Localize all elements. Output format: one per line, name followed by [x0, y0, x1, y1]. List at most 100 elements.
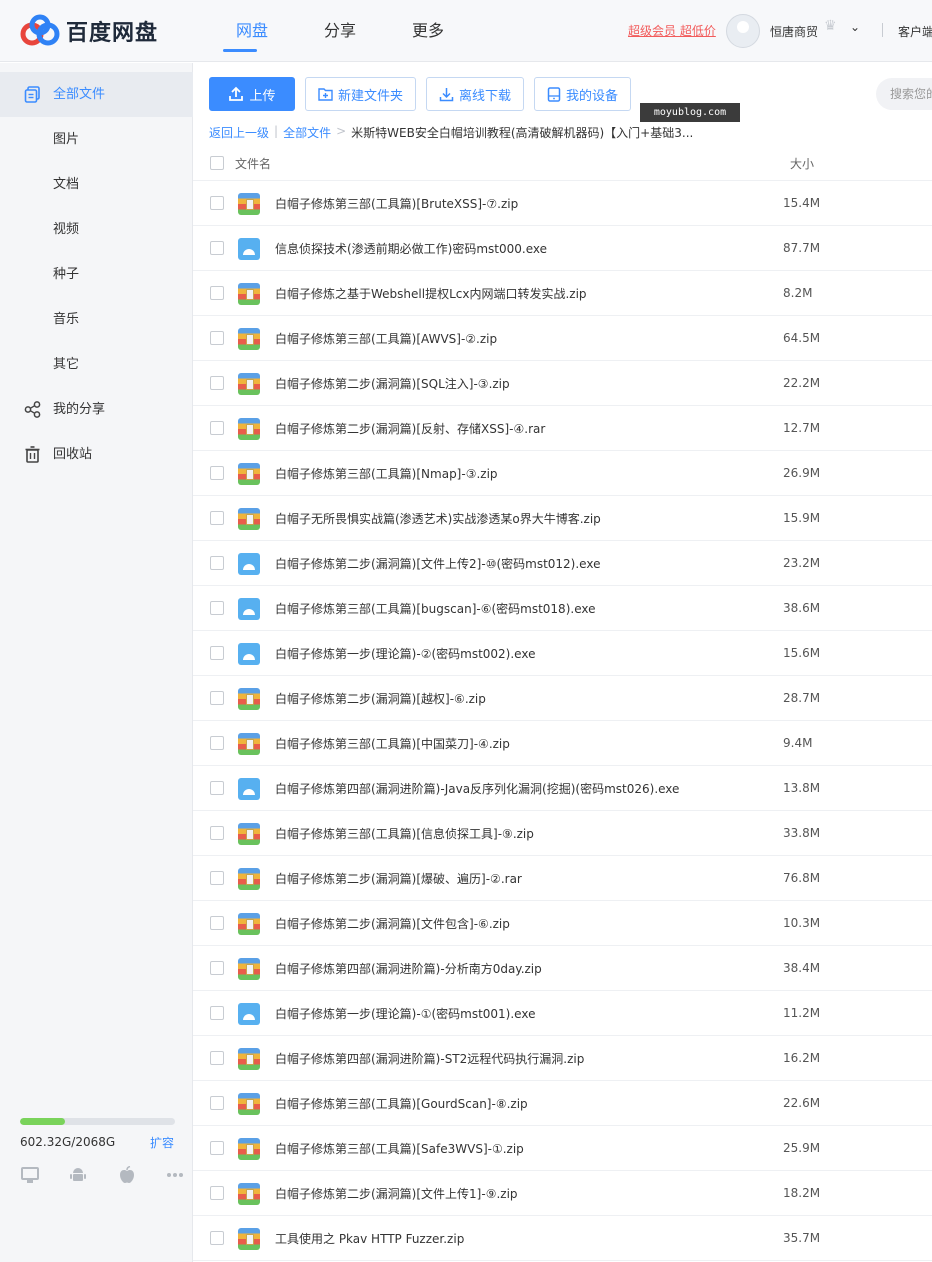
my-devices-button[interactable]: 我的设备 — [534, 77, 632, 111]
file-row[interactable]: 白帽子无所畏惧实战篇(渗透艺术)实战渗透某o界大牛博客.zip 15.9M — [193, 496, 932, 541]
row-checkbox[interactable] — [210, 196, 224, 210]
file-row[interactable]: 白帽子修炼第三部(工具篇)[BruteXSS]-⑦.zip 15.4M — [193, 181, 932, 226]
file-row[interactable]: 白帽子修炼第一步(理论篇)-②(密码mst002).exe 15.6M — [193, 631, 932, 676]
row-checkbox[interactable] — [210, 556, 224, 570]
row-checkbox[interactable] — [210, 286, 224, 300]
row-checkbox[interactable] — [210, 1051, 224, 1065]
sidebar-item-other[interactable]: 其它 — [0, 342, 193, 387]
search-input[interactable]: 搜索您的 — [876, 78, 932, 110]
file-name[interactable]: 白帽子修炼第二步(漏洞篇)[SQL注入]-③.zip — [275, 375, 510, 392]
file-name[interactable]: 信息侦探技术(渗透前期必做工作)密码mst000.exe — [275, 240, 547, 257]
client-link[interactable]: 客户端 — [898, 23, 932, 40]
file-row[interactable]: 白帽子修炼第二步(漏洞篇)[越权]-⑥.zip 28.7M — [193, 676, 932, 721]
file-name[interactable]: 白帽子修炼第二步(漏洞篇)[反射、存储XSS]-④.rar — [275, 420, 545, 437]
android-icon[interactable] — [68, 1166, 88, 1184]
row-checkbox[interactable] — [210, 376, 224, 390]
row-checkbox[interactable] — [210, 961, 224, 975]
nav-netdisk[interactable]: 网盘 — [208, 0, 296, 62]
sidebar-item-documents[interactable]: 文档 — [0, 162, 193, 207]
offline-download-button[interactable]: 离线下载 — [426, 77, 525, 111]
row-checkbox[interactable] — [210, 871, 224, 885]
sidebar-item-my-share[interactable]: 我的分享 — [0, 387, 193, 432]
avatar[interactable] — [726, 14, 760, 48]
row-checkbox[interactable] — [210, 1231, 224, 1245]
breadcrumb-back[interactable]: 返回上一级 — [209, 124, 269, 141]
row-checkbox[interactable] — [210, 1006, 224, 1020]
more-icon[interactable] — [165, 1166, 185, 1184]
file-row[interactable]: 白帽子修炼第二步(漏洞篇)[SQL注入]-③.zip 22.2M — [193, 361, 932, 406]
file-name[interactable]: 白帽子无所畏惧实战篇(渗透艺术)实战渗透某o界大牛博客.zip — [275, 510, 601, 527]
file-name[interactable]: 白帽子修炼第二步(漏洞篇)[文件包含]-⑥.zip — [275, 915, 510, 932]
file-name[interactable]: 白帽子修炼第四部(漏洞进阶篇)-ST2远程代码执行漏洞.zip — [275, 1050, 584, 1067]
file-name[interactable]: 白帽子修炼第三部(工具篇)[GourdScan]-⑧.zip — [275, 1095, 528, 1112]
username[interactable]: 恒唐商贸 — [770, 23, 818, 40]
row-checkbox[interactable] — [210, 646, 224, 660]
file-name[interactable]: 白帽子修炼第三部(工具篇)[Safe3WVS]-①.zip — [275, 1140, 524, 1157]
new-folder-button[interactable]: 新建文件夹 — [305, 77, 417, 111]
file-row[interactable]: 白帽子修炼第三部(工具篇)[信息侦探工具]-⑨.zip 33.8M — [193, 811, 932, 856]
select-all-checkbox[interactable] — [210, 156, 224, 170]
file-name[interactable]: 白帽子修炼第三部(工具篇)[BruteXSS]-⑦.zip — [275, 195, 518, 212]
apple-icon[interactable] — [117, 1166, 137, 1184]
file-row[interactable]: 白帽子修炼第二步(漏洞篇)[文件上传2]-⑩(密码mst012).exe 23.2… — [193, 541, 932, 586]
file-row[interactable]: 白帽子修炼之基于Webshell提权Lcx内网端口转发实战.zip 8.2M — [193, 271, 932, 316]
sidebar-item-all-files[interactable]: 全部文件 — [0, 72, 193, 117]
file-name[interactable]: 白帽子修炼第二步(漏洞篇)[文件上传2]-⑩(密码mst012).exe — [275, 555, 600, 572]
row-checkbox[interactable] — [210, 1096, 224, 1110]
file-name[interactable]: 白帽子修炼第四部(漏洞进阶篇)-Java反序列化漏洞(挖掘)(密码mst026)… — [275, 780, 679, 797]
sidebar-item-torrents[interactable]: 种子 — [0, 252, 193, 297]
row-checkbox[interactable] — [210, 331, 224, 345]
file-name[interactable]: 白帽子修炼第三部(工具篇)[中国菜刀]-④.zip — [275, 735, 510, 752]
file-row[interactable]: 白帽子修炼第四部(漏洞进阶篇)-Java反序列化漏洞(挖掘)(密码mst026)… — [193, 766, 932, 811]
row-checkbox[interactable] — [210, 826, 224, 840]
row-checkbox[interactable] — [210, 1141, 224, 1155]
sidebar-item-videos[interactable]: 视频 — [0, 207, 193, 252]
expand-storage-link[interactable]: 扩容 — [150, 1134, 174, 1151]
vip-promo-link[interactable]: 超级会员 超低价 — [628, 22, 716, 39]
file-row[interactable]: 白帽子修炼第三部(工具篇)[AWVS]-②.zip 64.5M — [193, 316, 932, 361]
file-row[interactable]: 白帽子修炼第二步(漏洞篇)[爆破、遍历]-②.rar 76.8M — [193, 856, 932, 901]
column-header-size[interactable]: 大小 — [790, 155, 814, 172]
file-row[interactable]: 白帽子修炼第二步(漏洞篇)[反射、存储XSS]-④.rar 12.7M — [193, 406, 932, 451]
file-name[interactable]: 白帽子修炼第二步(漏洞篇)[爆破、遍历]-②.rar — [275, 870, 522, 887]
file-name[interactable]: 白帽子修炼第二步(漏洞篇)[文件上传1]-⑨.zip — [275, 1185, 518, 1202]
row-checkbox[interactable] — [210, 781, 224, 795]
file-row[interactable]: 白帽子修炼第二步(漏洞篇)[文件包含]-⑥.zip 10.3M — [193, 901, 932, 946]
row-checkbox[interactable] — [210, 691, 224, 705]
row-checkbox[interactable] — [210, 421, 224, 435]
file-row[interactable]: 信息侦探技术(渗透前期必做工作)密码mst000.exe 87.7M — [193, 226, 932, 271]
file-row[interactable]: 白帽子修炼第三部(工具篇)[Safe3WVS]-①.zip 25.9M — [193, 1126, 932, 1171]
file-name[interactable]: 白帽子修炼第三部(工具篇)[信息侦探工具]-⑨.zip — [275, 825, 534, 842]
file-row[interactable]: 白帽子修炼第三部(工具篇)[GourdScan]-⑧.zip 22.6M — [193, 1081, 932, 1126]
file-name[interactable]: 白帽子修炼第三部(工具篇)[Nmap]-③.zip — [275, 465, 498, 482]
row-checkbox[interactable] — [210, 916, 224, 930]
file-row[interactable]: 工具使用之 Pkav HTTP Fuzzer.zip 35.7M — [193, 1216, 932, 1261]
sidebar-item-images[interactable]: 图片 — [0, 117, 193, 162]
chevron-down-icon[interactable]: ⌄ — [850, 20, 860, 34]
file-name[interactable]: 工具使用之 Pkav HTTP Fuzzer.zip — [275, 1230, 464, 1247]
row-checkbox[interactable] — [210, 736, 224, 750]
file-row[interactable]: 白帽子修炼第四部(漏洞进阶篇)-ST2远程代码执行漏洞.zip 16.2M — [193, 1036, 932, 1081]
file-row[interactable]: 白帽子修炼第三部(工具篇)[Nmap]-③.zip 26.9M — [193, 451, 932, 496]
desktop-icon[interactable] — [20, 1166, 40, 1184]
file-name[interactable]: 白帽子修炼第三部(工具篇)[AWVS]-②.zip — [275, 330, 497, 347]
file-name[interactable]: 白帽子修炼第一步(理论篇)-①(密码mst001).exe — [275, 1005, 535, 1022]
row-checkbox[interactable] — [210, 241, 224, 255]
file-name[interactable]: 白帽子修炼第三部(工具篇)[bugscan]-⑥(密码mst018).exe — [275, 600, 595, 617]
nav-share[interactable]: 分享 — [296, 0, 384, 62]
upload-button[interactable]: 上传 — [209, 77, 295, 111]
sidebar-item-music[interactable]: 音乐 — [0, 297, 193, 342]
file-name[interactable]: 白帽子修炼第二步(漏洞篇)[越权]-⑥.zip — [275, 690, 486, 707]
file-name[interactable]: 白帽子修炼第四部(漏洞进阶篇)-分析南方0day.zip — [275, 960, 542, 977]
file-row[interactable]: 白帽子修炼第二步(漏洞篇)[文件上传1]-⑨.zip 18.2M — [193, 1171, 932, 1216]
file-row[interactable]: 白帽子修炼第一步(理论篇)-①(密码mst001).exe 11.2M — [193, 991, 932, 1036]
file-row[interactable]: 白帽子修炼第四部(漏洞进阶篇)-分析南方0day.zip 38.4M — [193, 946, 932, 991]
file-name[interactable]: 白帽子修炼第一步(理论篇)-②(密码mst002).exe — [275, 645, 535, 662]
sidebar-item-recycle-bin[interactable]: 回收站 — [0, 432, 193, 477]
logo[interactable]: 百度网盘 — [18, 13, 158, 49]
row-checkbox[interactable] — [210, 1186, 224, 1200]
row-checkbox[interactable] — [210, 601, 224, 615]
column-header-name[interactable]: 文件名 — [235, 155, 271, 172]
row-checkbox[interactable] — [210, 466, 224, 480]
file-row[interactable]: 白帽子修炼第三部(工具篇)[bugscan]-⑥(密码mst018).exe 38… — [193, 586, 932, 631]
